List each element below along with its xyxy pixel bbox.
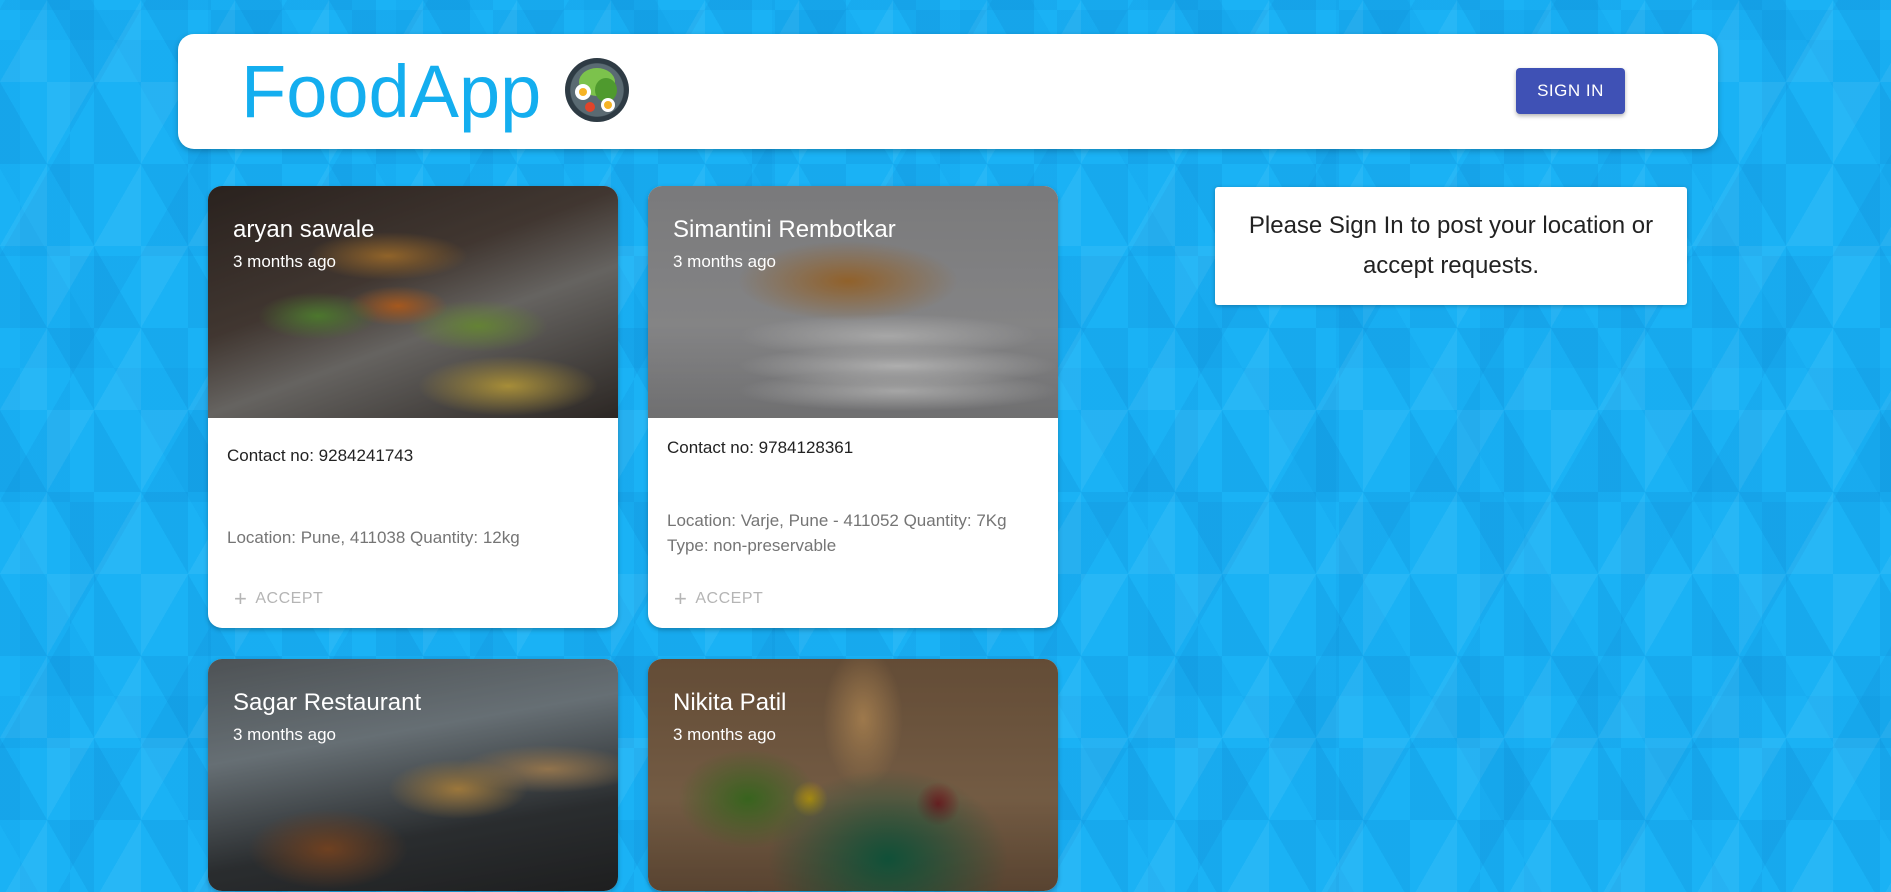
food-card: Nikita Patil 3 months ago <box>648 659 1058 891</box>
location-info: Location: Pune, 411038 Quantity: 12kg <box>227 528 520 547</box>
contact-number: Contact no: 9784128361 <box>667 438 854 457</box>
sign-in-button[interactable]: SIGN IN <box>1516 68 1625 114</box>
card-subtitle: 3 months ago <box>233 725 337 744</box>
card-title: Nikita Patil <box>673 689 787 716</box>
accept-label: ACCEPT <box>695 590 764 607</box>
card-image: Simantini Rembotkar 3 months ago <box>648 186 1058 418</box>
signin-prompt-text: Please Sign In to post your location or … <box>1248 212 1654 279</box>
card-content: Contact no: 9784128361 Location: Varje, … <box>648 418 1058 628</box>
card-title: Sagar Restaurant <box>233 689 422 716</box>
app-title[interactable]: FoodApp <box>241 48 541 137</box>
location-info: Location: Varje, Pune - 411052 Quantity:… <box>667 511 1007 555</box>
card-subtitle: 3 months ago <box>233 252 337 271</box>
card-title: Simantini Rembotkar <box>673 216 896 243</box>
plus-icon: + <box>234 586 248 611</box>
card-title: aryan sawale <box>233 216 375 243</box>
food-card: Sagar Restaurant 3 months ago <box>208 659 618 891</box>
card-image: aryan sawale 3 months ago <box>208 186 618 418</box>
contact-number: Contact no: 9284241743 <box>227 446 414 465</box>
card-content: Contact no: 9284241743 Location: Pune, 4… <box>208 418 618 628</box>
signin-prompt-panel: Please Sign In to post your location or … <box>1215 187 1687 305</box>
card-subtitle: 3 months ago <box>673 252 777 271</box>
app-header: FoodApp SIGN IN <box>178 34 1718 149</box>
card-image: Nikita Patil 3 months ago <box>648 659 1058 891</box>
food-card: aryan sawale 3 months ago Contact no: 92… <box>208 186 618 628</box>
accept-button[interactable]: + ACCEPT <box>674 586 764 611</box>
card-subtitle: 3 months ago <box>673 725 777 744</box>
accept-button[interactable]: + ACCEPT <box>234 586 324 611</box>
card-image: Sagar Restaurant 3 months ago <box>208 659 618 891</box>
food-card: Simantini Rembotkar 3 months ago Contact… <box>648 186 1058 628</box>
food-bowl-logo-icon <box>565 58 629 122</box>
accept-label: ACCEPT <box>255 590 324 607</box>
plus-icon: + <box>674 586 688 611</box>
